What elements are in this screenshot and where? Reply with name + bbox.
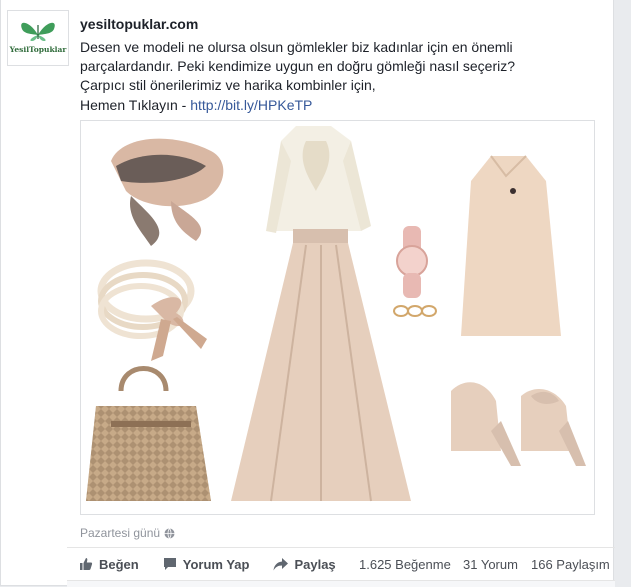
coat-illustration (461, 155, 561, 336)
post-message: Desen ve modeli ne olursa olsun gömlekle… (80, 38, 600, 115)
cta-prefix: Hemen Tıklayın - (80, 97, 191, 113)
comment-icon (163, 558, 176, 570)
page-name-link[interactable]: yesiltopuklar.com (80, 16, 198, 32)
post-text-line: Çarpıcı stil önerilerimiz ve harika komb… (80, 77, 376, 93)
post-text-line: Desen ve modeli ne olursa olsun gömlekle… (80, 39, 513, 55)
timestamp-text: Pazartesi günü (80, 526, 161, 540)
globe-icon (164, 527, 175, 539)
share-count[interactable]: 166 Paylaşım (531, 557, 610, 572)
comment-label: Yorum Yap (182, 556, 250, 572)
post-card: YesilTopuklar yesiltopuklar.com Desen ve… (0, 0, 615, 587)
butterfly-logo-icon (21, 22, 55, 41)
thumbs-up-icon (80, 558, 93, 570)
share-arrow-icon (273, 557, 289, 570)
comment-button[interactable]: Yorum Yap (163, 556, 250, 572)
post-image[interactable] (80, 120, 595, 515)
like-count[interactable]: 1.625 Beğenme (359, 557, 451, 572)
cta-link[interactable]: http://bit.ly/HPKeTP (190, 97, 312, 113)
avatar-brand-text: YesilTopuklar (9, 45, 67, 54)
share-button[interactable]: Paylaş (273, 556, 336, 572)
comment-count[interactable]: 31 Yorum (463, 557, 518, 572)
outfit-collage-image (81, 121, 594, 514)
like-label: Beğen (99, 556, 139, 572)
share-label: Paylaş (294, 556, 336, 572)
like-button[interactable]: Beğen (79, 557, 139, 572)
post-cta: Hemen Tıklayın - http://bit.ly/HPKeTP (80, 96, 600, 115)
post-timestamp[interactable]: Pazartesi günü (80, 526, 175, 540)
post-text-line: parçalardandır. Peki kendimize uygun en … (80, 58, 516, 74)
page-avatar[interactable]: YesilTopuklar (7, 10, 69, 66)
